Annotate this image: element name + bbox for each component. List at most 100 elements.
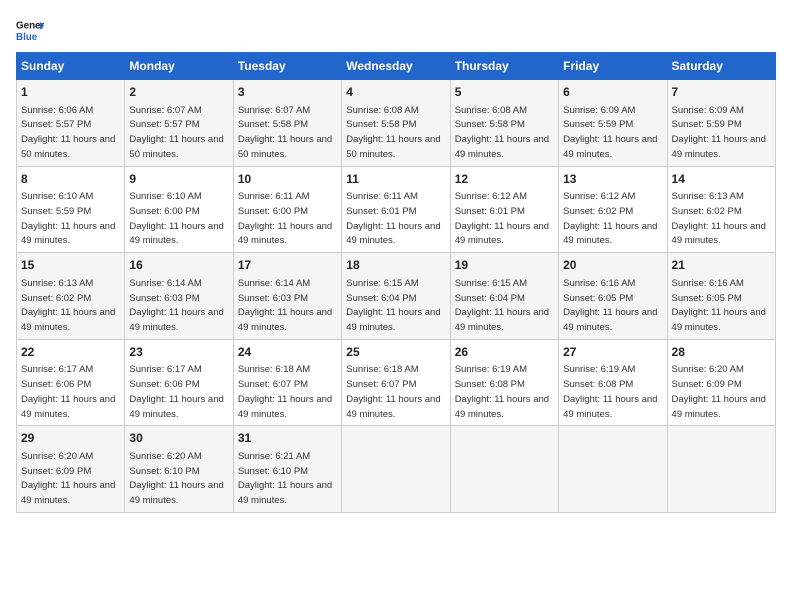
day-number: 10 [238,171,337,188]
calendar-cell: 20 Sunrise: 6:16 AMSunset: 6:05 PMDaylig… [559,253,667,340]
day-number: 25 [346,344,445,361]
calendar-cell: 28 Sunrise: 6:20 AMSunset: 6:09 PMDaylig… [667,339,775,426]
weekday-header-saturday: Saturday [667,53,775,80]
calendar-table: SundayMondayTuesdayWednesdayThursdayFrid… [16,52,776,513]
logo: General Blue [16,16,44,44]
day-number: 2 [129,84,228,101]
calendar-cell: 19 Sunrise: 6:15 AMSunset: 6:04 PMDaylig… [450,253,558,340]
day-detail: Sunrise: 6:14 AMSunset: 6:03 PMDaylight:… [238,278,332,333]
day-number: 5 [455,84,554,101]
calendar-cell: 8 Sunrise: 6:10 AMSunset: 5:59 PMDayligh… [17,166,125,253]
day-number: 28 [672,344,771,361]
day-number: 31 [238,430,337,447]
calendar-cell: 2 Sunrise: 6:07 AMSunset: 5:57 PMDayligh… [125,80,233,167]
day-number: 23 [129,344,228,361]
day-number: 3 [238,84,337,101]
calendar-cell [559,426,667,513]
calendar-cell: 7 Sunrise: 6:09 AMSunset: 5:59 PMDayligh… [667,80,775,167]
day-number: 12 [455,171,554,188]
calendar-cell: 26 Sunrise: 6:19 AMSunset: 6:08 PMDaylig… [450,339,558,426]
calendar-cell: 16 Sunrise: 6:14 AMSunset: 6:03 PMDaylig… [125,253,233,340]
calendar-cell: 17 Sunrise: 6:14 AMSunset: 6:03 PMDaylig… [233,253,341,340]
logo-icon: General Blue [16,16,44,44]
day-detail: Sunrise: 6:15 AMSunset: 6:04 PMDaylight:… [346,278,440,333]
day-number: 26 [455,344,554,361]
day-number: 18 [346,257,445,274]
calendar-cell: 1 Sunrise: 6:06 AMSunset: 5:57 PMDayligh… [17,80,125,167]
day-number: 14 [672,171,771,188]
day-detail: Sunrise: 6:10 AMSunset: 5:59 PMDaylight:… [21,191,115,246]
day-number: 21 [672,257,771,274]
day-number: 1 [21,84,120,101]
weekday-header-wednesday: Wednesday [342,53,450,80]
page-header: General Blue [16,16,776,44]
calendar-cell [450,426,558,513]
calendar-cell: 23 Sunrise: 6:17 AMSunset: 6:06 PMDaylig… [125,339,233,426]
day-number: 27 [563,344,662,361]
day-number: 9 [129,171,228,188]
calendar-cell: 27 Sunrise: 6:19 AMSunset: 6:08 PMDaylig… [559,339,667,426]
day-detail: Sunrise: 6:13 AMSunset: 6:02 PMDaylight:… [21,278,115,333]
calendar-cell: 5 Sunrise: 6:08 AMSunset: 5:58 PMDayligh… [450,80,558,167]
calendar-cell: 4 Sunrise: 6:08 AMSunset: 5:58 PMDayligh… [342,80,450,167]
calendar-cell [342,426,450,513]
day-number: 16 [129,257,228,274]
day-detail: Sunrise: 6:09 AMSunset: 5:59 PMDaylight:… [563,105,657,160]
day-detail: Sunrise: 6:20 AMSunset: 6:09 PMDaylight:… [672,364,766,419]
day-detail: Sunrise: 6:14 AMSunset: 6:03 PMDaylight:… [129,278,223,333]
day-detail: Sunrise: 6:16 AMSunset: 6:05 PMDaylight:… [563,278,657,333]
day-detail: Sunrise: 6:15 AMSunset: 6:04 PMDaylight:… [455,278,549,333]
weekday-header-tuesday: Tuesday [233,53,341,80]
calendar-cell: 6 Sunrise: 6:09 AMSunset: 5:59 PMDayligh… [559,80,667,167]
day-detail: Sunrise: 6:12 AMSunset: 6:02 PMDaylight:… [563,191,657,246]
calendar-cell: 29 Sunrise: 6:20 AMSunset: 6:09 PMDaylig… [17,426,125,513]
day-detail: Sunrise: 6:20 AMSunset: 6:09 PMDaylight:… [21,451,115,506]
day-number: 22 [21,344,120,361]
day-detail: Sunrise: 6:18 AMSunset: 6:07 PMDaylight:… [238,364,332,419]
day-number: 11 [346,171,445,188]
day-detail: Sunrise: 6:12 AMSunset: 6:01 PMDaylight:… [455,191,549,246]
calendar-cell: 18 Sunrise: 6:15 AMSunset: 6:04 PMDaylig… [342,253,450,340]
calendar-cell: 10 Sunrise: 6:11 AMSunset: 6:00 PMDaylig… [233,166,341,253]
day-detail: Sunrise: 6:10 AMSunset: 6:00 PMDaylight:… [129,191,223,246]
svg-text:Blue: Blue [16,32,38,43]
day-number: 30 [129,430,228,447]
day-number: 29 [21,430,120,447]
day-number: 20 [563,257,662,274]
day-number: 4 [346,84,445,101]
day-detail: Sunrise: 6:17 AMSunset: 6:06 PMDaylight:… [129,364,223,419]
day-detail: Sunrise: 6:08 AMSunset: 5:58 PMDaylight:… [346,105,440,160]
calendar-cell: 11 Sunrise: 6:11 AMSunset: 6:01 PMDaylig… [342,166,450,253]
calendar-cell: 14 Sunrise: 6:13 AMSunset: 6:02 PMDaylig… [667,166,775,253]
calendar-cell: 13 Sunrise: 6:12 AMSunset: 6:02 PMDaylig… [559,166,667,253]
day-detail: Sunrise: 6:16 AMSunset: 6:05 PMDaylight:… [672,278,766,333]
calendar-cell: 21 Sunrise: 6:16 AMSunset: 6:05 PMDaylig… [667,253,775,340]
day-detail: Sunrise: 6:07 AMSunset: 5:58 PMDaylight:… [238,105,332,160]
day-detail: Sunrise: 6:11 AMSunset: 6:01 PMDaylight:… [346,191,440,246]
weekday-header-monday: Monday [125,53,233,80]
calendar-cell: 9 Sunrise: 6:10 AMSunset: 6:00 PMDayligh… [125,166,233,253]
day-number: 13 [563,171,662,188]
day-detail: Sunrise: 6:19 AMSunset: 6:08 PMDaylight:… [455,364,549,419]
calendar-cell [667,426,775,513]
calendar-cell: 15 Sunrise: 6:13 AMSunset: 6:02 PMDaylig… [17,253,125,340]
day-number: 15 [21,257,120,274]
day-number: 8 [21,171,120,188]
day-detail: Sunrise: 6:20 AMSunset: 6:10 PMDaylight:… [129,451,223,506]
weekday-header-friday: Friday [559,53,667,80]
weekday-header-sunday: Sunday [17,53,125,80]
day-number: 17 [238,257,337,274]
day-number: 6 [563,84,662,101]
day-detail: Sunrise: 6:21 AMSunset: 6:10 PMDaylight:… [238,451,332,506]
day-detail: Sunrise: 6:13 AMSunset: 6:02 PMDaylight:… [672,191,766,246]
weekday-header-thursday: Thursday [450,53,558,80]
day-detail: Sunrise: 6:18 AMSunset: 6:07 PMDaylight:… [346,364,440,419]
calendar-cell: 31 Sunrise: 6:21 AMSunset: 6:10 PMDaylig… [233,426,341,513]
calendar-cell: 22 Sunrise: 6:17 AMSunset: 6:06 PMDaylig… [17,339,125,426]
calendar-cell: 3 Sunrise: 6:07 AMSunset: 5:58 PMDayligh… [233,80,341,167]
day-detail: Sunrise: 6:06 AMSunset: 5:57 PMDaylight:… [21,105,115,160]
day-detail: Sunrise: 6:17 AMSunset: 6:06 PMDaylight:… [21,364,115,419]
calendar-cell: 25 Sunrise: 6:18 AMSunset: 6:07 PMDaylig… [342,339,450,426]
day-detail: Sunrise: 6:19 AMSunset: 6:08 PMDaylight:… [563,364,657,419]
day-number: 24 [238,344,337,361]
